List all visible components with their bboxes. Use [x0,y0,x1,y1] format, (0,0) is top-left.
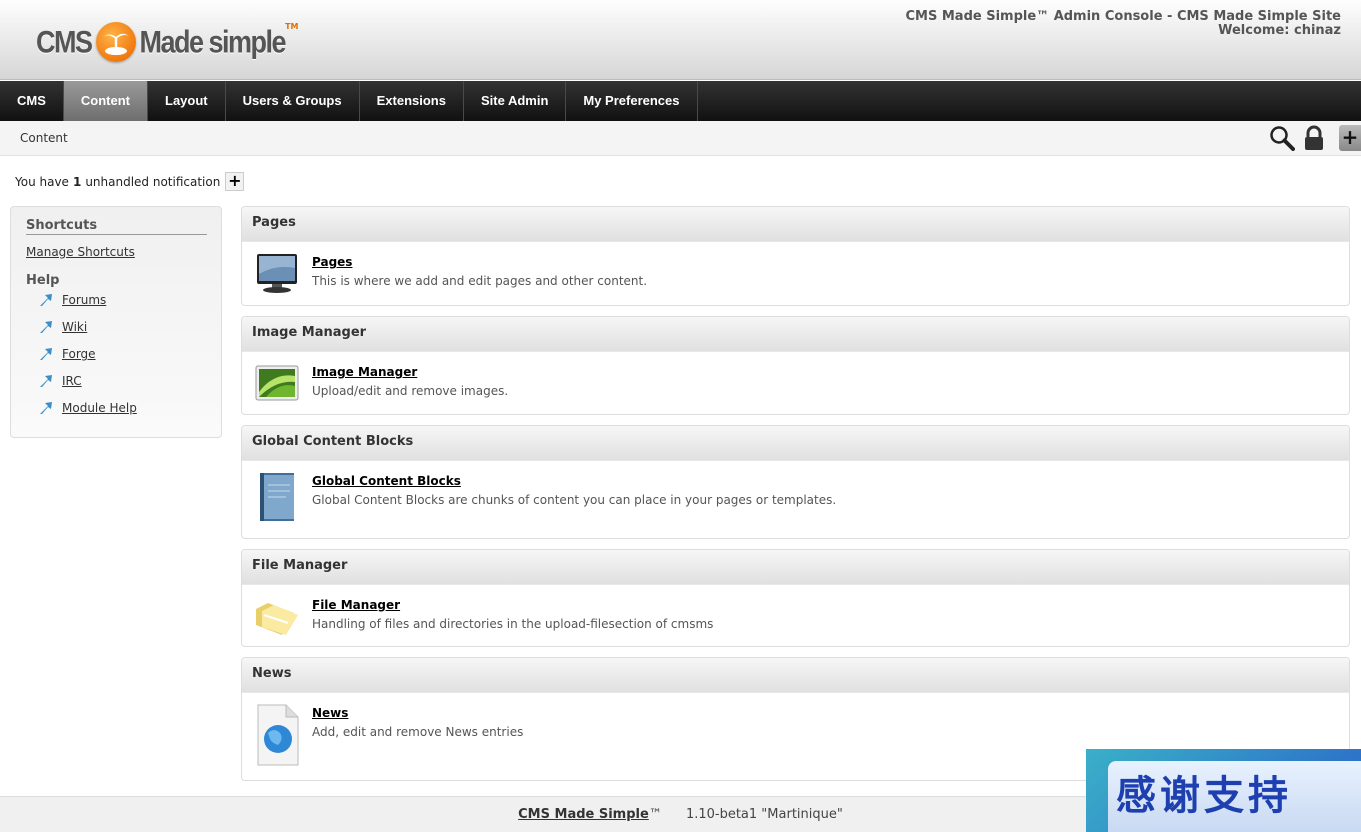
site-title: CMS Made Simple™ Admin Console - CMS Mad… [905,9,1342,24]
section-image-manager: Image Manager Image Manager Upload/edit … [241,316,1350,415]
section-pages: Pages Pages This is where we add and edi… [241,206,1350,306]
section-heading: File Manager [242,550,1349,585]
notification-count: 1 [72,174,82,189]
thanks-badge-text: 感谢支持 [1108,761,1361,832]
logo-text-right: Made simple [139,24,287,59]
section-description: Global Content Blocks are chunks of cont… [312,493,837,507]
help-link-label: Module Help [62,401,137,415]
search-icon[interactable] [1269,125,1295,151]
section-heading: Global Content Blocks [242,426,1349,461]
book-icon[interactable] [254,471,300,525]
section-description: This is where we add and edit pages and … [312,274,648,288]
help-title: Help [26,273,60,288]
folder-icon[interactable] [254,595,300,637]
notification-suffix: unhandled notification [85,174,221,189]
breadcrumb-bar: Content + [0,121,1361,156]
nav-content[interactable]: Content [63,81,148,121]
section-description: Upload/edit and remove images. [312,384,509,398]
footer-brand-link[interactable]: CMS Made Simple [518,807,649,822]
file-manager-link[interactable]: File Manager [312,598,400,612]
help-link-label: Forums [62,293,107,307]
nav-cms[interactable]: CMS [0,81,64,121]
section-description: Add, edit and remove News entries [312,725,524,739]
site-title-block: CMS Made Simple™ Admin Console - CMS Mad… [906,10,1342,38]
nav-layout[interactable]: Layout [148,81,226,121]
logo-text-left: CMS [36,24,93,59]
island-logo-icon [95,22,136,62]
global-content-blocks-link[interactable]: Global Content Blocks [312,474,461,488]
manage-shortcuts-link[interactable]: Manage Shortcuts [26,245,135,259]
help-link-wiki[interactable]: Wiki [39,320,87,334]
section-heading: Pages [242,207,1349,242]
monitor-icon[interactable] [254,252,300,294]
logo-trademark: TM [285,22,299,31]
help-link-forums[interactable]: Forums [39,293,106,307]
external-link-arrow-icon [40,375,52,387]
shortcuts-title: Shortcuts [26,218,207,235]
expand-notification-button[interactable]: + [225,172,245,191]
help-link-irc[interactable]: IRC [39,374,82,388]
image-manager-link[interactable]: Image Manager [312,365,417,379]
header: CMS Made simple TM CMS Made Simple™ Admi… [0,0,1361,80]
cms-logo[interactable]: CMS Made simple TM [36,20,298,64]
section-global-content-blocks: Global Content Blocks Global Content Blo… [241,425,1350,539]
footer-trademark: ™ [648,807,662,822]
news-link[interactable]: News [312,706,348,720]
section-heading: Image Manager [242,317,1349,352]
help-link-label: Wiki [62,320,88,334]
help-link-label: IRC [62,374,82,388]
external-link-arrow-icon [40,294,52,306]
section-file-manager: File Manager File Manager Handling of fi… [241,549,1350,647]
welcome-user: Welcome: chinaz [1218,23,1341,38]
section-description: Handling of files and directories in the… [312,617,714,631]
shortcuts-sidebar: Shortcuts Manage Shortcuts Help Forums W… [10,206,222,438]
external-link-arrow-icon [40,348,52,360]
add-shortcut-button[interactable]: + [1339,125,1361,151]
section-heading: News [242,658,1349,693]
help-link-module-help[interactable]: Module Help [39,401,137,415]
footer-version: 1.10-beta1 "Martinique" [685,807,843,822]
pages-link[interactable]: Pages [312,255,352,269]
thanks-badge: 感谢支持 [1086,749,1361,832]
nav-site-admin[interactable]: Site Admin [464,81,567,121]
help-link-forge[interactable]: Forge [39,347,96,361]
help-link-label: Forge [62,347,96,361]
news-globe-icon[interactable] [254,703,300,767]
external-link-arrow-icon [40,321,52,333]
nav-extensions[interactable]: Extensions [360,81,464,121]
external-link-arrow-icon [40,402,52,414]
notification-prefix: You have [15,174,69,189]
nav-users-groups[interactable]: Users & Groups [226,81,360,121]
main-nav: CMS Content Layout Users & Groups Extens… [0,81,1361,121]
nav-my-preferences[interactable]: My Preferences [566,81,698,121]
notification-bar: You have 1 unhandled notification + [15,172,245,191]
breadcrumb: Content [20,131,68,145]
lock-icon[interactable] [1302,125,1328,151]
image-icon[interactable] [254,362,300,404]
